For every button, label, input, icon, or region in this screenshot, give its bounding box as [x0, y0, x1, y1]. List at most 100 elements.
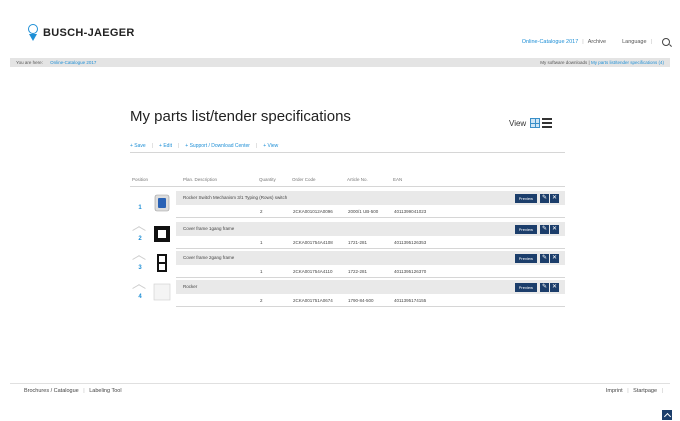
product-thumbnail[interactable]: [152, 224, 172, 244]
row-article-no: 1721-281: [348, 240, 368, 245]
column-header-order-code: Order Code: [292, 177, 316, 182]
divider: [130, 186, 565, 187]
row-description: Rocker Switch Mechanism 3/1 Typing (Rows…: [183, 195, 288, 200]
row-description: Rocker: [183, 284, 198, 289]
move-up-icon[interactable]: [132, 284, 146, 289]
edit-icon[interactable]: ✎: [540, 194, 549, 203]
row-description: Cover frame 1gang frame: [183, 226, 235, 231]
row-actions: Preview ✎ ✕: [514, 225, 559, 234]
row-article-no: 2000/1 UB-500: [348, 209, 379, 214]
divider: [176, 248, 565, 249]
save-link[interactable]: + Save: [130, 143, 146, 149]
divider: [130, 152, 565, 153]
footer-divider: |: [83, 388, 85, 394]
preview-button[interactable]: Preview: [514, 254, 537, 263]
row-actions: Preview ✎ ✕: [514, 283, 559, 292]
row-position: 2: [138, 236, 142, 242]
product-thumbnail[interactable]: [152, 193, 172, 213]
action-bar: + Save | + Edit | + Support / Download C…: [130, 143, 284, 149]
column-header-article-no: Article No.: [347, 177, 368, 182]
breadcrumb-prefix: You are here:: [16, 60, 43, 65]
footer-labeling-link[interactable]: Labeling Tool: [89, 388, 121, 394]
row-ean: 4011399041023: [394, 209, 427, 214]
footer: Brochures / Catalogue | Labeling Tool Im…: [10, 383, 670, 398]
footer-divider: |: [627, 388, 629, 394]
row-order-code: 2CKA001751A0674: [293, 298, 333, 303]
header: BUSCH-JAEGER Online-Catalogue 2017 | Arc…: [10, 10, 670, 56]
action-divider: |: [151, 143, 154, 149]
row-ean: 4011395174155: [394, 298, 427, 303]
breadcrumb-current[interactable]: Online-Catalogue 2017: [50, 60, 96, 65]
product-thumbnail[interactable]: [152, 282, 172, 302]
row-quantity: 1: [260, 269, 263, 274]
footer-brochures-link[interactable]: Brochures / Catalogue: [24, 388, 79, 394]
footer-imprint-link[interactable]: Imprint: [606, 388, 623, 394]
preview-button[interactable]: Preview: [514, 194, 537, 203]
move-up-icon[interactable]: [132, 226, 146, 231]
logo-icon: [28, 24, 38, 42]
scroll-to-top-icon[interactable]: [662, 410, 672, 420]
column-header-position: Position: [132, 177, 149, 182]
delete-icon[interactable]: ✕: [550, 283, 559, 292]
move-up-icon[interactable]: [132, 255, 146, 260]
list-view-icon[interactable]: [542, 118, 553, 128]
preview-button[interactable]: Preview: [514, 225, 537, 234]
row-ean: 4011395126370: [394, 269, 427, 274]
divider: [176, 217, 565, 218]
delete-icon[interactable]: ✕: [550, 225, 559, 234]
row-ean: 4011395126353: [394, 240, 427, 245]
edit-icon[interactable]: ✎: [540, 283, 549, 292]
top-nav: Online-Catalogue 2017 | Archive Language…: [522, 38, 670, 46]
row-article-no: 1722-281: [348, 269, 368, 274]
support-download-link[interactable]: + Support / Download Center: [185, 143, 250, 149]
view-toggle: View: [509, 118, 553, 128]
parts-list-link[interactable]: My parts list/tender specifications (4): [591, 60, 664, 65]
column-header-quantity: Quantity: [259, 177, 276, 182]
grid-view-icon[interactable]: [530, 118, 541, 128]
delete-icon[interactable]: ✕: [550, 254, 559, 263]
product-thumbnail[interactable]: [152, 253, 172, 273]
row-order-code: 2CKA001012A0096: [293, 209, 333, 214]
edit-icon[interactable]: ✎: [540, 225, 549, 234]
divider: [176, 277, 565, 278]
row-header-band: [176, 251, 565, 265]
column-header-ean: EAN: [393, 177, 403, 182]
nav-divider: |: [650, 39, 652, 45]
row-article-no: 1790-84-500: [348, 298, 374, 303]
row-quantity: 2: [260, 298, 263, 303]
edit-icon[interactable]: ✎: [540, 254, 549, 263]
row-order-code: 2CKA001754A4110: [293, 269, 333, 274]
nav-catalogue-link[interactable]: Online-Catalogue 2017: [522, 39, 579, 45]
footer-divider: |: [661, 388, 663, 394]
search-icon[interactable]: [662, 38, 670, 46]
delete-icon[interactable]: ✕: [550, 194, 559, 203]
footer-startpage-link[interactable]: Startpage: [633, 388, 657, 394]
row-actions: Preview ✎ ✕: [514, 254, 559, 263]
nav-divider: |: [582, 39, 584, 45]
row-header-band: [176, 280, 565, 294]
preview-button[interactable]: Preview: [514, 283, 537, 292]
page-title: My parts list/tender specifications: [130, 108, 351, 126]
divider: [176, 306, 565, 307]
column-header-description: Plan. Description: [183, 177, 218, 182]
row-actions: Preview ✎ ✕: [514, 194, 559, 203]
view-label: View: [509, 118, 527, 128]
language-selector[interactable]: Language: [622, 39, 646, 45]
nav-archive-link[interactable]: Archive: [588, 39, 606, 45]
row-quantity: 2: [260, 209, 263, 214]
action-divider: |: [177, 143, 180, 149]
row-header-band: [176, 222, 565, 236]
row-position: 1: [138, 205, 142, 211]
edit-link[interactable]: + Edit: [159, 143, 172, 149]
page-frame: [10, 10, 680, 421]
software-downloads-link[interactable]: My software downloads: [540, 60, 587, 65]
row-order-code: 2CKA001754A4108: [293, 240, 333, 245]
breadcrumb: You are here: Online-Catalogue 2017 My s…: [10, 58, 670, 67]
brand-name: BUSCH-JAEGER: [43, 27, 135, 39]
row-position: 4: [138, 294, 142, 300]
view-link[interactable]: + View: [263, 143, 278, 149]
row-quantity: 1: [260, 240, 263, 245]
row-description: Cover frame 2gang frame: [183, 255, 235, 260]
brand-logo[interactable]: BUSCH-JAEGER: [28, 24, 135, 42]
action-divider: |: [255, 143, 258, 149]
